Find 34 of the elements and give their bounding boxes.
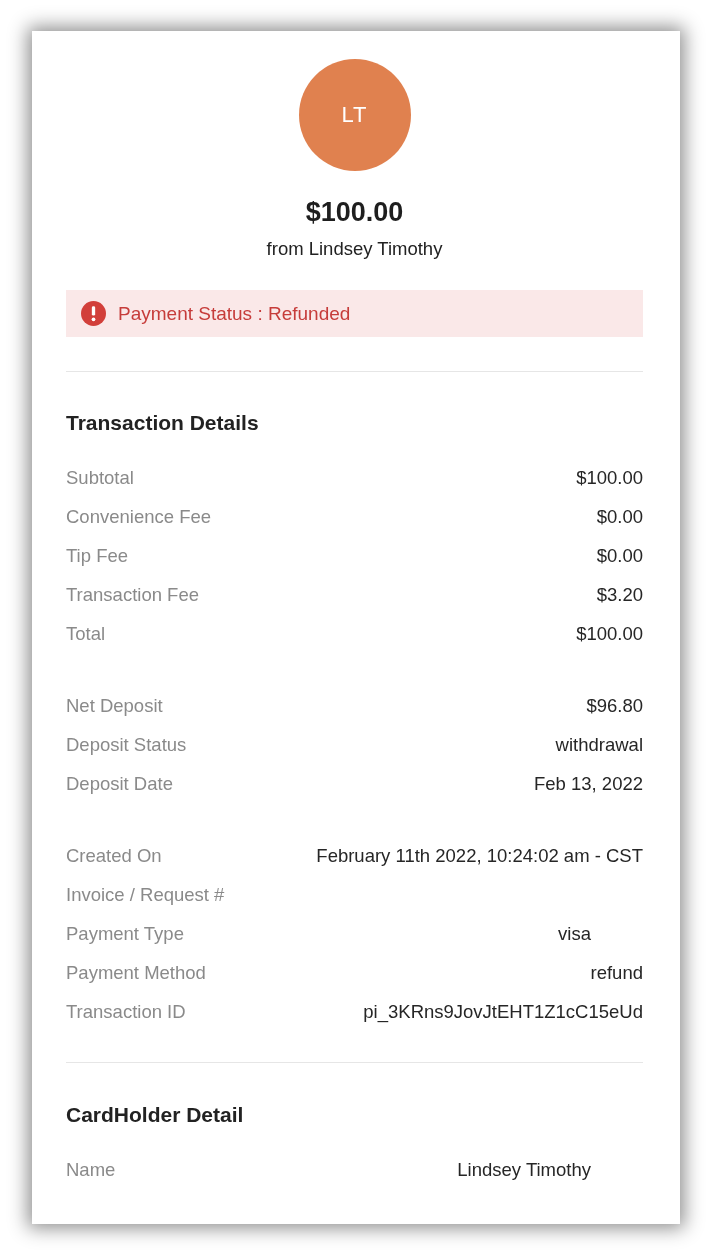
row-label: Net Deposit xyxy=(66,694,163,717)
row-label: Created On xyxy=(66,844,162,867)
row-value: $0.00 xyxy=(596,505,643,528)
row-value: February 11th 2022, 10:24:02 am - CST xyxy=(316,844,643,867)
row-value: withdrawal xyxy=(555,733,643,756)
status-text: Payment Status : Refunded xyxy=(118,302,351,325)
row-value: refund xyxy=(590,961,643,984)
row-label: Tip Fee xyxy=(66,544,129,567)
section-title: Transaction Details xyxy=(66,410,260,436)
row-value: $100.00 xyxy=(576,622,643,645)
row-label: Convenience Fee xyxy=(66,505,211,528)
row-label: Total xyxy=(66,622,106,645)
row-label: Subtotal xyxy=(66,466,134,489)
row-value: pi_3KRns9JovJtEHT1Z1cC15eUd xyxy=(363,1000,643,1023)
row-value: $0.00 xyxy=(596,544,643,567)
row-value: Feb 13, 2022 xyxy=(533,772,643,795)
row-label: Payment Method xyxy=(66,961,206,984)
row-value: visa xyxy=(558,922,591,945)
row-label: Invoice / Request # xyxy=(66,883,225,906)
row-value: Lindsey Timothy xyxy=(457,1158,591,1181)
row-value: $3.20 xyxy=(596,583,643,606)
row-label: Deposit Status xyxy=(66,733,187,756)
payment-amount: $100.00 xyxy=(305,196,404,228)
row-value: $100.00 xyxy=(576,466,643,489)
row-value: $96.80 xyxy=(586,694,643,717)
section-title: CardHolder Detail xyxy=(66,1102,245,1128)
row-label: Deposit Date xyxy=(66,772,173,795)
row-label: Transaction Fee xyxy=(66,583,199,606)
row-label: Payment Type xyxy=(66,922,184,945)
avatar: LT xyxy=(298,59,411,171)
row-label: Transaction ID xyxy=(66,1000,186,1023)
row-label: Name xyxy=(66,1158,116,1181)
exclamation-icon xyxy=(81,301,106,326)
payer-line: from Lindsey Timothy xyxy=(266,237,443,261)
